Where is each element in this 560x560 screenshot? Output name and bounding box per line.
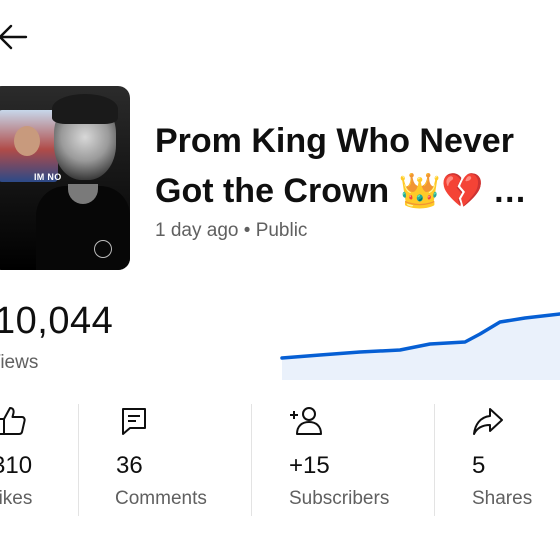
stat-comments-value: 36 bbox=[116, 452, 143, 479]
stat-likes-value: 310 bbox=[0, 452, 33, 479]
video-age: 1 day ago bbox=[155, 220, 239, 241]
stat-subscribers[interactable]: +15 Subscribers bbox=[252, 400, 434, 520]
video-visibility: Public bbox=[255, 220, 308, 241]
share-icon bbox=[473, 408, 503, 435]
video-meta: 1 day ago • Public bbox=[155, 220, 307, 242]
views-label: Views bbox=[0, 352, 39, 373]
add-person-icon bbox=[290, 407, 322, 435]
video-thumbnail[interactable]: IM NO bbox=[0, 86, 130, 270]
stat-subscribers-value: +15 bbox=[289, 452, 330, 479]
video-title: Prom King Who Never Got the Crown 👑💔 … bbox=[155, 116, 555, 216]
views-trend-chart bbox=[280, 312, 560, 380]
comment-icon bbox=[122, 408, 146, 435]
views-count: 10,044 bbox=[0, 300, 114, 342]
thumbnail-caption: IM NO bbox=[34, 172, 62, 182]
stat-likes[interactable]: 310 Likes bbox=[0, 400, 78, 520]
stat-comments[interactable]: 36 Comments bbox=[79, 400, 251, 520]
stats-row: 310 Likes 36 Comments +15 Subscribers 5 … bbox=[0, 400, 560, 520]
video-title-line-1: Prom King Who Never bbox=[155, 122, 514, 160]
thumbs-up-icon bbox=[0, 407, 26, 435]
stat-shares-value: 5 bbox=[472, 452, 486, 479]
stat-likes-label: Likes bbox=[0, 488, 33, 509]
thumbnail-crest bbox=[94, 240, 112, 258]
thumbnail-player-hair bbox=[52, 94, 118, 124]
stat-shares-label: Shares bbox=[472, 488, 533, 509]
video-title-line-2: Got the Crown 👑💔 … bbox=[155, 172, 527, 210]
arrow-left-icon bbox=[0, 24, 28, 50]
meta-separator: • bbox=[243, 220, 251, 241]
stat-shares[interactable]: 5 Shares bbox=[435, 400, 560, 520]
thumbnail-inset-face bbox=[14, 126, 40, 156]
stat-comments-label: Comments bbox=[115, 488, 207, 509]
stat-subscribers-label: Subscribers bbox=[289, 488, 390, 509]
back-button[interactable] bbox=[0, 20, 30, 54]
